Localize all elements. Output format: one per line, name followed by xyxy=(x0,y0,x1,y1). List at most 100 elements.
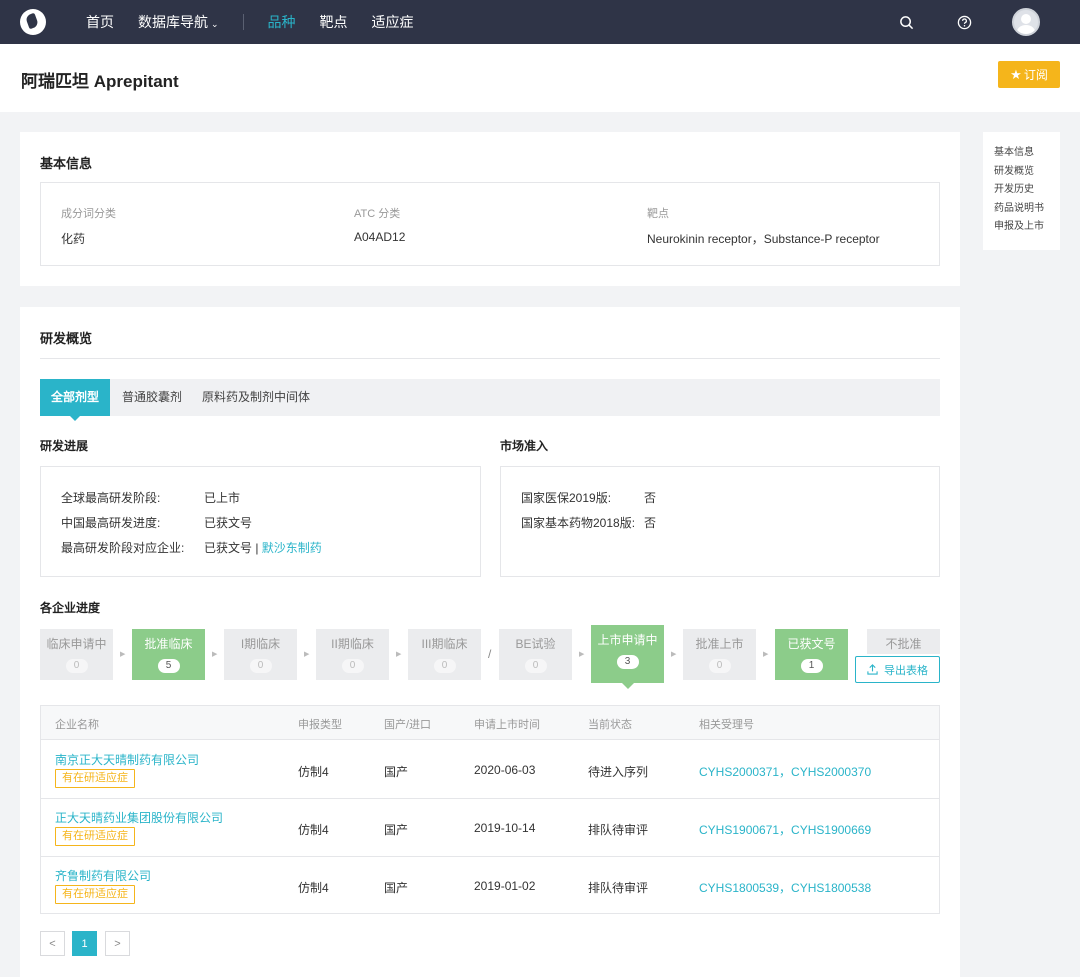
anchor-rd-overview[interactable]: 研发概览 xyxy=(994,163,1060,182)
china-stage-label: 中国最高研发进度: xyxy=(61,516,161,530)
star-icon: ★ xyxy=(1010,66,1022,82)
anchor-label[interactable]: 药品说明书 xyxy=(994,200,1060,219)
progress-title: 研发进展 xyxy=(40,439,89,453)
search-icon[interactable] xyxy=(896,12,916,32)
nav-divider xyxy=(242,14,244,30)
cell-date: 2019-01-02 xyxy=(474,879,536,893)
company-table: 企业名称 申报类型 国产/进口 申请上市时间 当前状态 相关受理号 南京正大天晴… xyxy=(40,705,940,914)
basic-info-card: 基本信息 成分词分类 化药 ATC 分类 A04AD12 靶点 Neurokin… xyxy=(20,132,960,286)
table-row: 南京正大天晴制药有限公司 有在研适应症 仿制4 国产 2020-06-03 待进… xyxy=(41,741,939,799)
company-progress-title: 各企业进度 xyxy=(40,601,101,615)
avatar[interactable] xyxy=(1012,8,1040,36)
stage-market-approved[interactable]: 批准上市 0 xyxy=(683,629,756,680)
stage-clinical-application[interactable]: 临床申请中 0 xyxy=(40,629,113,680)
stage-name: 上市申请中 xyxy=(597,633,658,647)
nav-target[interactable]: 靶点 xyxy=(320,12,348,32)
chevron-right-icon: ▶ xyxy=(396,651,402,658)
rd-overview-card: 研发概览 全部剂型 普通胶囊剂 原料药及制剂中间体 研发进展 全球最高研发阶段:… xyxy=(20,307,960,977)
company-link[interactable]: 正大天晴药业集团股份有限公司 xyxy=(55,809,223,826)
field-label-category: 成分词分类 xyxy=(61,208,116,220)
stage-count: 0 xyxy=(433,659,456,673)
section-divider xyxy=(40,358,940,359)
col-type: 申报类型 xyxy=(298,719,342,731)
upload-icon xyxy=(867,664,878,675)
stage-clinical-approved[interactable]: 批准临床 5 xyxy=(132,629,205,680)
cell-codes-link[interactable]: CYHS1800539，CYHS1800538 xyxy=(699,879,871,896)
dosage-tabs: 全部剂型 普通胶囊剂 原料药及制剂中间体 xyxy=(40,379,940,421)
help-icon[interactable] xyxy=(954,12,974,32)
anchor-dev-history[interactable]: 开发历史 xyxy=(994,181,1060,200)
cell-origin: 国产 xyxy=(384,823,409,837)
tab-capsule[interactable]: 普通胶囊剂 xyxy=(122,379,182,416)
stage-name: 批准临床 xyxy=(144,637,193,651)
subscribe-label: 订阅 xyxy=(1023,68,1048,82)
anchor-filing[interactable]: 申报及上市 xyxy=(994,218,1060,237)
cell-type: 仿制4 xyxy=(298,823,329,837)
page-1-button[interactable]: 1 xyxy=(72,931,97,956)
cell-type: 仿制4 xyxy=(298,765,329,779)
progress-box: 全球最高研发阶段: 已上市 中国最高研发进度: 已获文号 最高研发阶段对应企业:… xyxy=(40,466,481,577)
chevron-right-icon: ▶ xyxy=(763,651,769,658)
field-label-atc: ATC 分类 xyxy=(354,208,401,220)
col-status: 当前状态 xyxy=(588,719,632,731)
page-title: 阿瑞匹坦 Aprepitant xyxy=(21,72,179,91)
stage-rejected[interactable]: 不批准 xyxy=(867,629,940,654)
stage-market-application[interactable]: 上市申请中 3 xyxy=(591,625,664,689)
nav-home[interactable]: 首页 xyxy=(86,12,114,32)
chevron-right-icon: ▶ xyxy=(120,651,126,658)
tab-api-intermediate[interactable]: 原料药及制剂中间体 xyxy=(202,379,310,416)
stage-approval-number[interactable]: 已获文号 1 xyxy=(775,629,848,680)
anchor-basic-info[interactable]: 基本信息 xyxy=(994,144,1060,163)
prev-page-button[interactable]: < xyxy=(40,931,65,956)
insurance-label: 国家医保2019版: xyxy=(521,491,612,505)
col-codes: 相关受理号 xyxy=(699,719,754,731)
market-title: 市场准入 xyxy=(500,439,549,453)
stage-count: 5 xyxy=(157,659,180,673)
chevron-right-icon: ▶ xyxy=(212,651,218,658)
stage-count: 1 xyxy=(800,659,823,673)
nav-drug-variety[interactable]: 品种 xyxy=(268,12,296,32)
subscribe-button[interactable]: ★ 订阅 xyxy=(998,61,1060,88)
stage-name: 批准上市 xyxy=(695,637,744,651)
export-table-button[interactable]: 导出表格 xyxy=(855,656,940,683)
stage-name: 不批准 xyxy=(885,637,922,651)
next-page-button[interactable]: > xyxy=(105,931,130,956)
indication-tag: 有在研适应症 xyxy=(55,827,135,846)
stage-count: 0 xyxy=(249,659,272,673)
indication-tag: 有在研适应症 xyxy=(55,885,135,904)
stage-name: III期临床 xyxy=(421,637,468,651)
col-origin: 国产/进口 xyxy=(384,719,432,731)
table-header: 企业名称 申报类型 国产/进口 申请上市时间 当前状态 相关受理号 xyxy=(41,706,939,740)
stage-separator: / xyxy=(488,647,492,661)
global-stage-label: 全球最高研发阶段: xyxy=(61,491,161,505)
basic-info-title: 基本信息 xyxy=(40,156,93,171)
tab-all-dosage[interactable]: 全部剂型 xyxy=(40,379,110,421)
cell-codes-link[interactable]: CYHS2000371，CYHS2000370 xyxy=(699,763,871,780)
market-box: 国家医保2019版: 否 国家基本药物2018版: 否 xyxy=(500,466,940,577)
stage-name: 临床申请中 xyxy=(46,637,107,651)
table-row: 齐鲁制药有限公司 有在研适应症 仿制4 国产 2019-01-02 排队待审评 … xyxy=(41,857,939,915)
company-link[interactable]: 齐鲁制药有限公司 xyxy=(55,867,151,884)
cell-codes-link[interactable]: CYHS1900671，CYHS1900669 xyxy=(699,821,871,838)
stage-phase-2[interactable]: II期临床 0 xyxy=(316,629,389,680)
stage-phase-3[interactable]: III期临床 0 xyxy=(408,629,481,680)
stage-name: II期临床 xyxy=(331,637,374,651)
stage-name: I期临床 xyxy=(240,637,281,651)
indication-tag: 有在研适应症 xyxy=(55,769,135,788)
top-company-link[interactable]: 默沙东制药 xyxy=(262,541,322,555)
stage-be-trial[interactable]: BE试验 0 xyxy=(499,629,572,680)
stage-phase-1[interactable]: I期临床 0 xyxy=(224,629,297,680)
essential-drug-value: 否 xyxy=(644,516,657,530)
nav-indication[interactable]: 适应症 xyxy=(372,12,414,32)
logo[interactable] xyxy=(20,9,46,35)
stage-count: 0 xyxy=(524,659,547,673)
cell-origin: 国产 xyxy=(384,881,409,895)
stage-name: 已获文号 xyxy=(787,637,836,651)
col-company: 企业名称 xyxy=(55,719,99,731)
export-label: 导出表格 xyxy=(884,664,928,677)
nav-database[interactable]: 数据库导航 ⌄ xyxy=(138,12,219,32)
page-header: 阿瑞匹坦 Aprepitant xyxy=(0,44,1080,112)
company-link[interactable]: 南京正大天晴制药有限公司 xyxy=(55,751,199,768)
field-value-category: 化药 xyxy=(61,232,86,246)
field-value-atc: A04AD12 xyxy=(354,230,406,244)
